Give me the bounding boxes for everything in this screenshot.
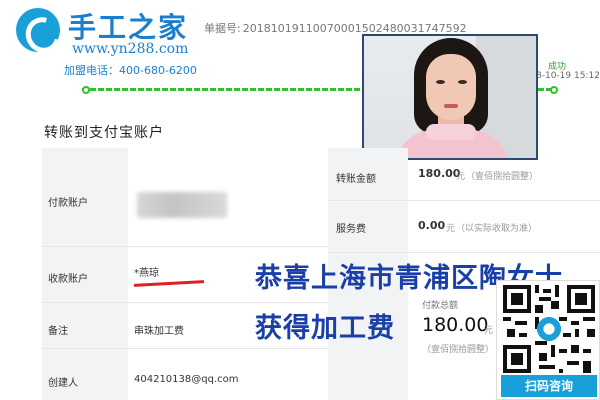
creator-label: 创建人 [48,378,78,389]
qr-consult-label[interactable]: 扫码咨询 [501,375,597,397]
transfer-amount-label: 转账金额 [336,174,376,185]
progress-step-dot [82,86,90,94]
brand-phone: 加盟电话：400-680-6200 [64,64,197,77]
progress-step-dot [550,86,558,94]
transfer-amount-value: 180.00 [418,167,461,180]
payer-label: 付款账户 [48,198,88,209]
transfer-amount-unit: 元 [456,172,466,182]
note-label: 备注 [48,326,68,337]
payee-label: 收款账户 [48,274,88,285]
service-fee-label: 服务费 [336,224,366,235]
transfer-amount-words: （壹佰捌拾圆整） [466,172,539,182]
brand-logo-icon [16,8,60,52]
note-value: 串珠加工费 [134,326,184,337]
qr-consult-widget[interactable]: 扫码咨询 [496,280,600,400]
progress-time: 8-10-19 15:12 [536,71,600,81]
total-amount-words: （壹佰捌拾圆整） [422,345,495,355]
order-number-label: 单据号: [204,22,241,35]
total-amount-unit: 元 [484,326,494,336]
winner-photo [362,34,538,160]
panel-title: 转账到支付宝账户 [44,125,164,141]
brand-url[interactable]: www.yn288.com [72,41,188,57]
service-fee-unit: 元 [446,224,456,234]
total-amount-value: 180.00 [422,314,489,336]
payee-name: *燕琼 [134,268,159,279]
total-amount-label: 付款总额 [422,301,459,311]
service-fee-note: （以实际收取为准） [456,224,538,234]
brand-name: 手工之家 [68,11,189,44]
qr-code-icon[interactable] [503,285,595,373]
creator-value: 404210138@qq.com [134,374,239,385]
service-fee-value: 0.00 [418,219,446,232]
congrats-subline: 获得加工费 [255,313,395,344]
payer-account-redacted [137,192,227,218]
